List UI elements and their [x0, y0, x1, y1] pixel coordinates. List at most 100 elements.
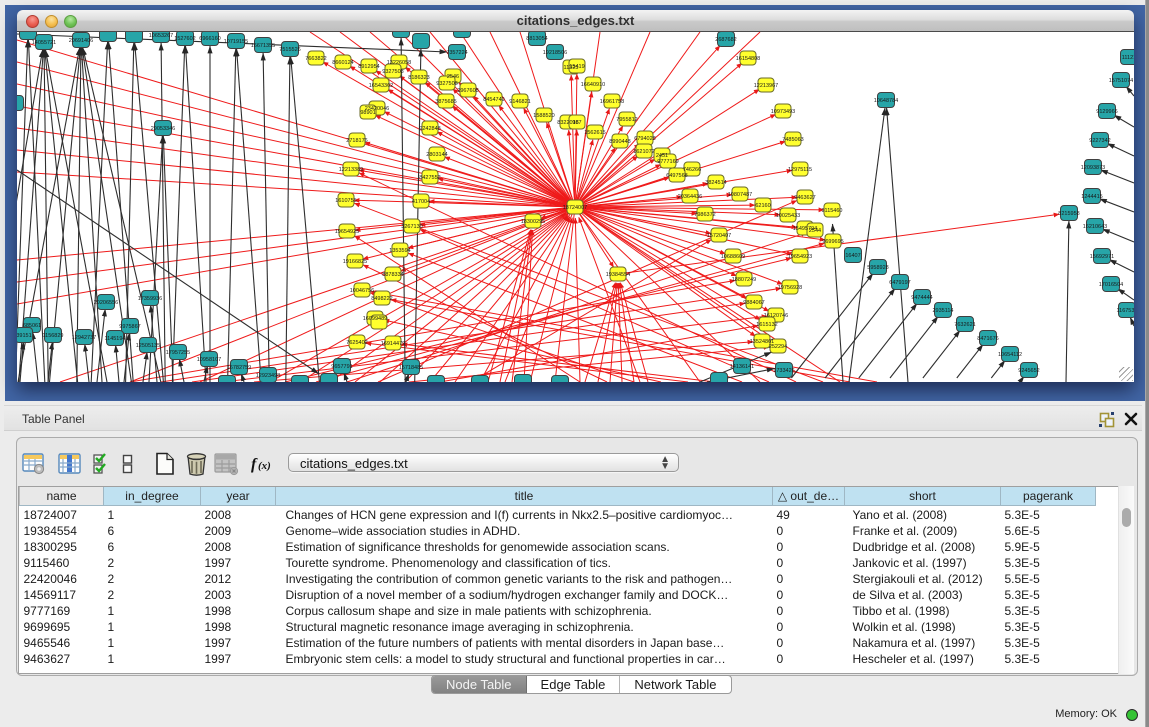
svg-text:16671355: 16671355 — [251, 43, 275, 49]
svg-text:15419: 15419 — [569, 64, 584, 70]
svg-text:12975115: 12975115 — [788, 167, 812, 173]
svg-text:10688609: 10688609 — [721, 254, 745, 260]
svg-text:12213967: 12213967 — [754, 83, 778, 89]
svg-text:15720407: 15720407 — [707, 233, 731, 239]
svg-text:15751074: 15751074 — [1109, 78, 1133, 84]
svg-text:14136141: 14136141 — [730, 364, 754, 370]
svg-text:7663822: 7663822 — [305, 56, 326, 62]
svg-text:1615132: 1615132 — [756, 322, 777, 328]
svg-text:15692971: 15692971 — [1090, 254, 1114, 260]
svg-text:987: 987 — [572, 120, 581, 126]
svg-text:20691406: 20691406 — [69, 38, 93, 44]
svg-text:10719155: 10719155 — [224, 39, 248, 45]
svg-text:1353594: 1353594 — [389, 248, 410, 254]
svg-text:7955812: 7955812 — [616, 117, 637, 123]
svg-text:1244415: 1244415 — [1081, 194, 1102, 200]
svg-text:20364436: 20364436 — [678, 194, 702, 200]
svg-text:10025433: 10025433 — [776, 213, 800, 219]
svg-text:16120746: 16120746 — [764, 313, 788, 319]
svg-text:9242848: 9242848 — [419, 126, 440, 132]
svg-text:16407: 16407 — [845, 253, 860, 259]
svg-text:1145194: 1145194 — [104, 336, 125, 342]
svg-text:62160: 62160 — [755, 203, 770, 209]
svg-text:8471676: 8471676 — [977, 336, 998, 342]
svg-text:8878334: 8878334 — [382, 272, 403, 278]
svg-text:1610755: 1610755 — [335, 198, 356, 204]
svg-text:252294: 252294 — [769, 344, 787, 350]
svg-text:3824514: 3824514 — [705, 180, 726, 186]
svg-text:16640910: 16640910 — [581, 82, 605, 88]
svg-text:1527602: 1527602 — [174, 36, 195, 42]
svg-text:8813054: 8813054 — [526, 36, 547, 42]
svg-text:19654923: 19654923 — [788, 254, 812, 260]
svg-text:17016504: 17016504 — [1099, 282, 1123, 288]
svg-text:8427552: 8427552 — [419, 175, 440, 181]
svg-text:19384554: 19384554 — [606, 272, 630, 278]
svg-text:10654112: 10654112 — [998, 352, 1022, 358]
svg-text:6479197: 6479197 — [889, 280, 910, 286]
svg-text:2687682: 2687682 — [715, 37, 736, 43]
svg-text:9699695: 9699695 — [822, 239, 843, 245]
svg-text:6794028: 6794028 — [634, 136, 655, 142]
svg-text:7357224: 7357224 — [446, 50, 467, 56]
svg-text:10973493: 10973493 — [771, 109, 795, 115]
svg-text:2967608: 2967608 — [457, 88, 478, 94]
svg-text:9657791: 9657791 — [331, 364, 352, 370]
svg-text:16210643: 16210643 — [1083, 224, 1107, 230]
svg-text:16782759: 16782759 — [227, 365, 251, 371]
svg-text:(x): (x) — [258, 460, 271, 472]
svg-text:16154808: 16154808 — [736, 56, 760, 62]
svg-text:14055721: 14055721 — [32, 40, 56, 46]
svg-text:7632621: 7632621 — [954, 322, 975, 328]
svg-text:16543362: 16543362 — [369, 83, 393, 89]
svg-text:7625402: 7625402 — [346, 340, 367, 346]
svg-text:19756928: 19756928 — [778, 285, 802, 291]
svg-text:1562615: 1562615 — [584, 130, 605, 136]
svg-text:19218506: 19218506 — [543, 50, 567, 56]
svg-text:9463627: 9463627 — [794, 195, 815, 201]
svg-text:f: f — [251, 456, 258, 473]
svg-text:12093873: 12093873 — [1081, 165, 1105, 171]
svg-text:5958928: 5958928 — [867, 265, 888, 271]
svg-text:1621072: 1621072 — [633, 149, 654, 155]
svg-text:9777169: 9777169 — [657, 159, 678, 165]
svg-text:2544: 2544 — [809, 228, 821, 234]
svg-text:12505135: 12505135 — [136, 343, 160, 349]
svg-text:8912954: 8912954 — [358, 64, 379, 70]
svg-text:9227342: 9227342 — [1089, 138, 1110, 144]
svg-text:1167533: 1167533 — [1116, 308, 1134, 314]
svg-text:16914479: 16914479 — [381, 341, 405, 347]
svg-text:17957255: 17957255 — [166, 350, 190, 356]
svg-text:3267130: 3267130 — [401, 224, 422, 230]
svg-text:10653267: 10653267 — [149, 33, 173, 39]
svg-text:6966160: 6966160 — [199, 36, 220, 42]
svg-text:1156829: 1156829 — [42, 333, 63, 339]
svg-text:98901: 98901 — [360, 110, 375, 116]
svg-text:8660124: 8660124 — [332, 60, 353, 66]
svg-text:12213389: 12213389 — [339, 167, 363, 173]
svg-text:2935114: 2935114 — [932, 308, 953, 314]
svg-text:10958107: 10958107 — [197, 357, 221, 363]
svg-text:9884067: 9884067 — [743, 300, 764, 306]
svg-text:11121: 11121 — [1122, 55, 1134, 61]
svg-text:2803144: 2803144 — [426, 152, 447, 158]
svg-text:39151: 39151 — [17, 333, 32, 339]
svg-text:6497568: 6497568 — [666, 173, 687, 179]
svg-text:9146821: 9146821 — [509, 99, 530, 105]
svg-text:8454749: 8454749 — [483, 97, 504, 103]
svg-text:12923498: 12923498 — [256, 373, 280, 379]
svg-text:7986372: 7986372 — [694, 212, 715, 218]
svg-text:417004: 417004 — [412, 199, 430, 205]
svg-text:1588520: 1588520 — [533, 113, 554, 119]
svg-text:7515526: 7515526 — [279, 47, 300, 53]
svg-text:9975867: 9975867 — [119, 324, 140, 330]
svg-text:13226058: 13226058 — [387, 60, 411, 66]
svg-text:16033809: 16033809 — [389, 32, 413, 34]
svg-text:10046756: 10046756 — [350, 288, 374, 294]
svg-text:1733426: 1733426 — [773, 368, 794, 374]
svg-text:9245652: 9245652 — [1018, 368, 1039, 374]
svg-text:8498222: 8498222 — [371, 296, 392, 302]
svg-text:16961758: 16961758 — [600, 99, 624, 105]
svg-text:3875685: 3875685 — [435, 99, 456, 105]
svg-text:17359936: 17359936 — [138, 296, 162, 302]
